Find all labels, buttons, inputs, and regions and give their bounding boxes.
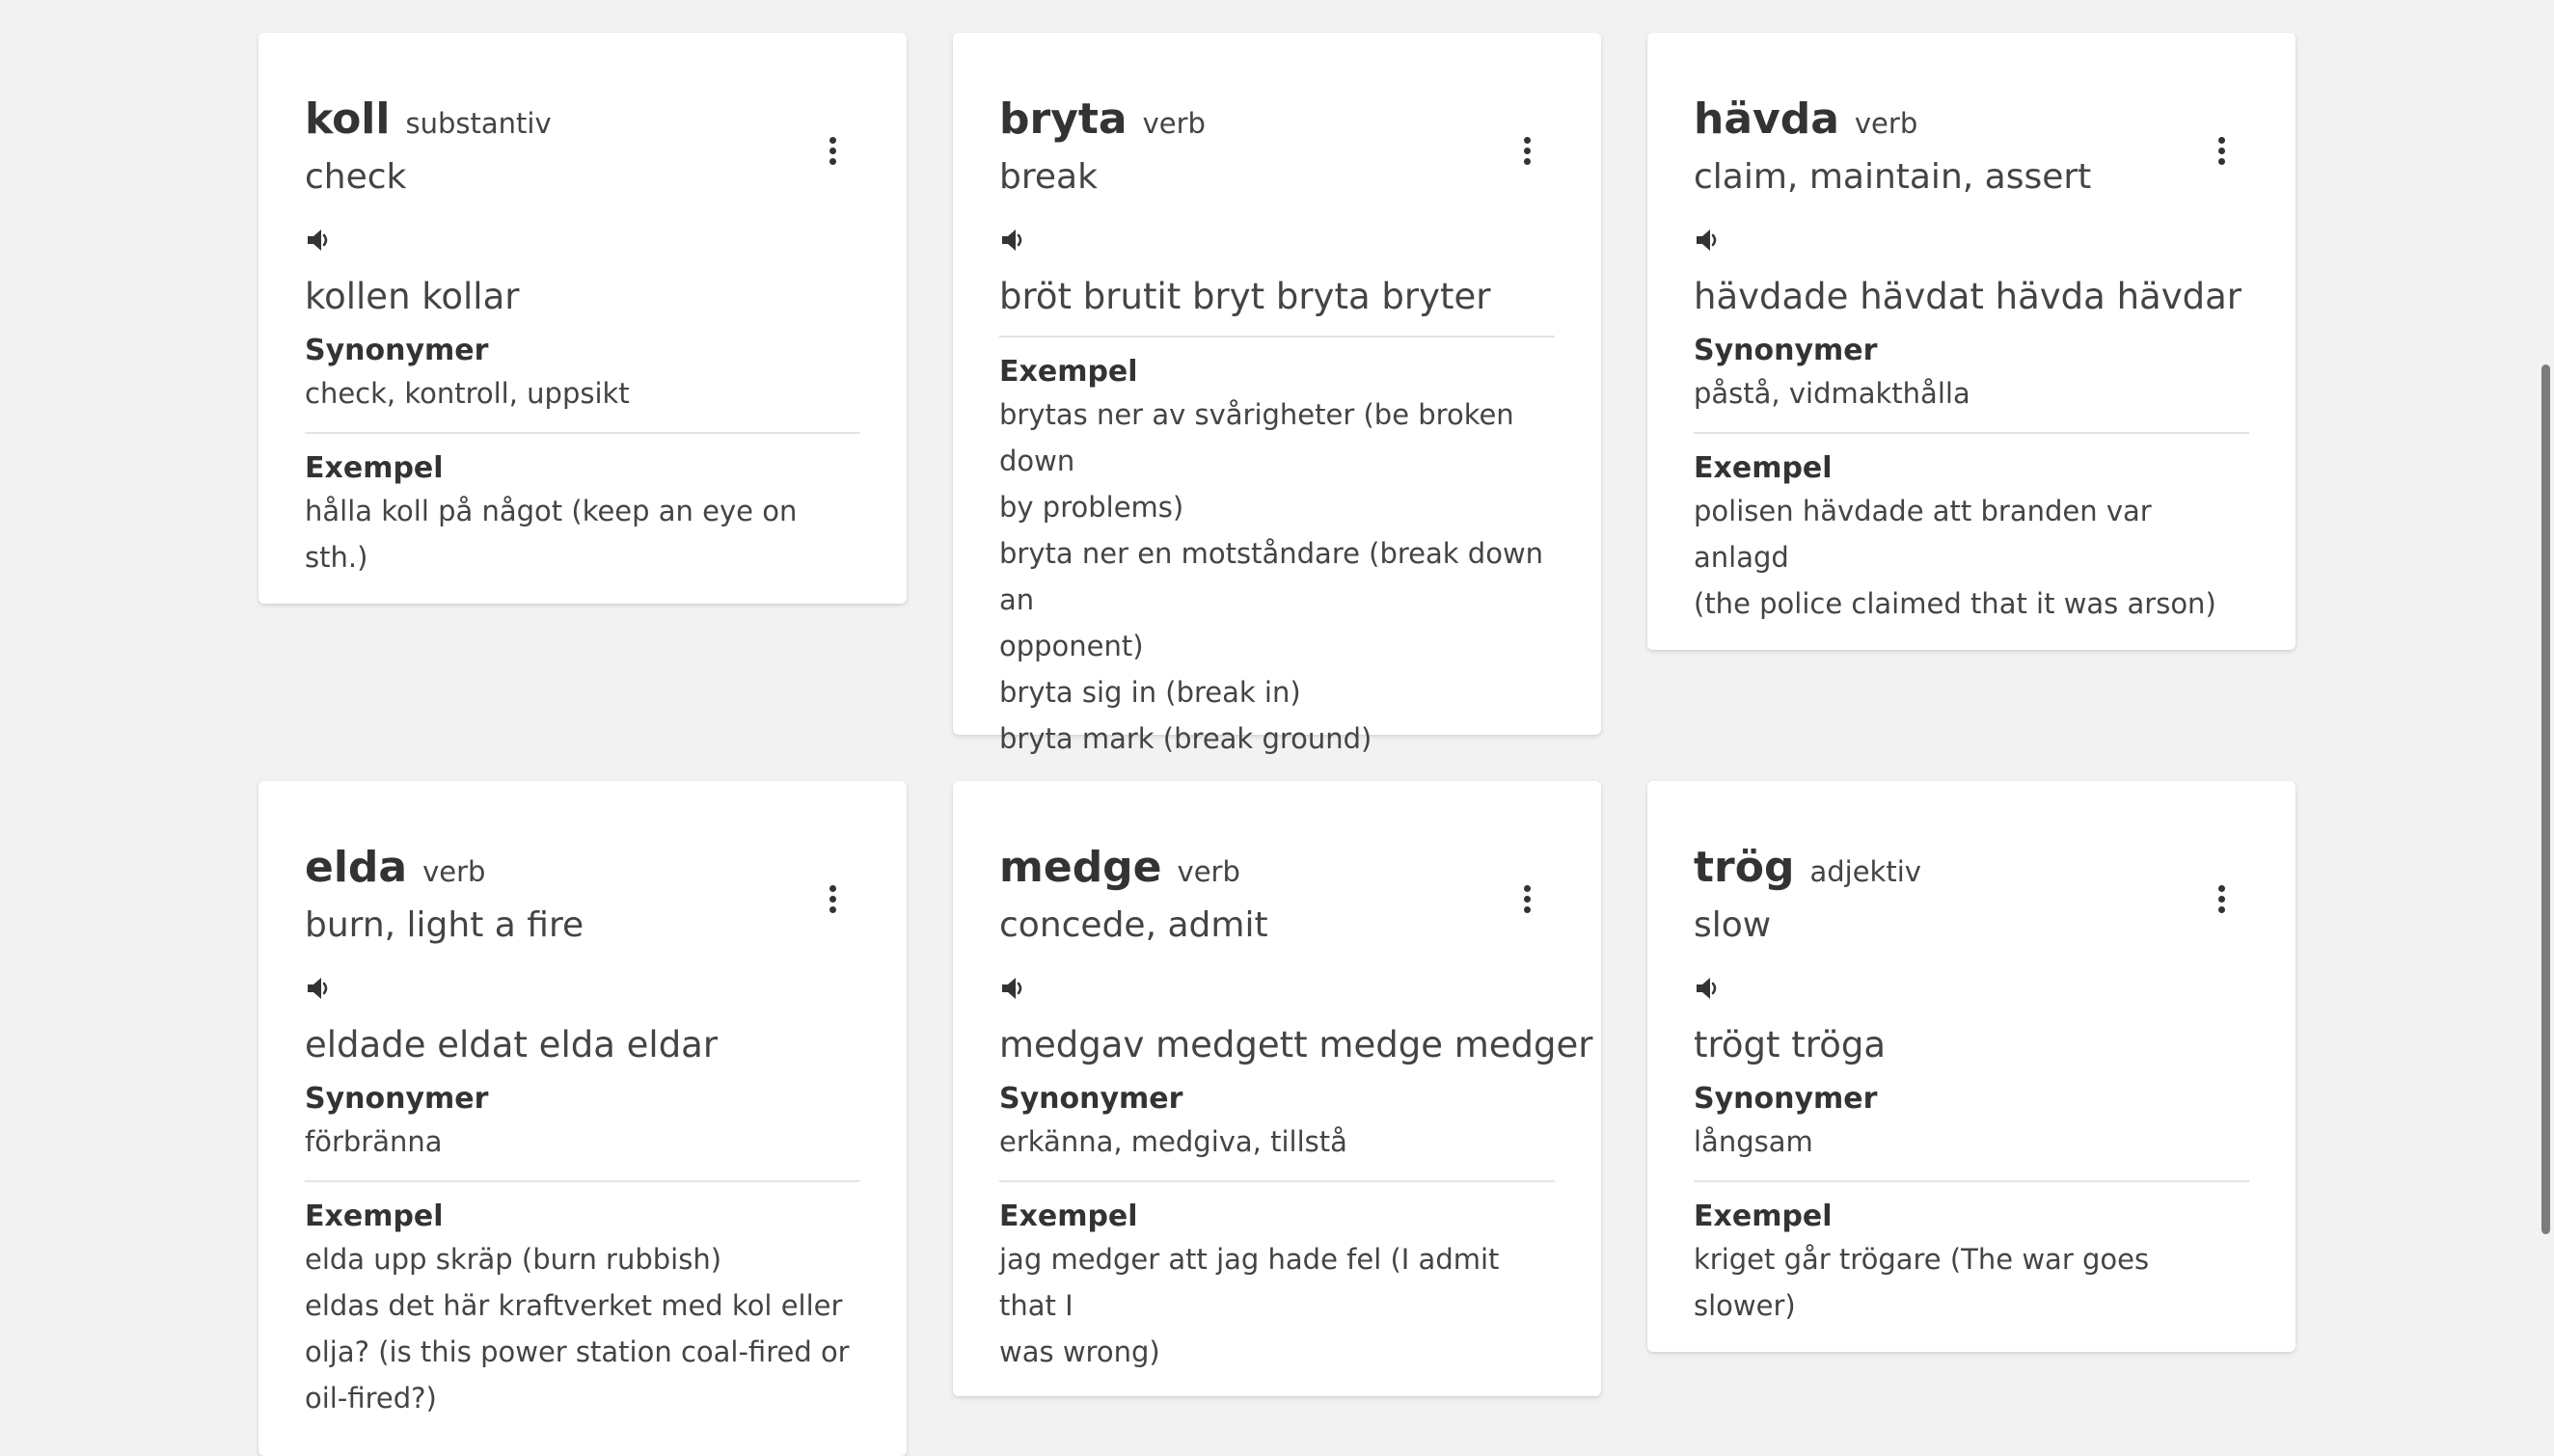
example-line: bryta ner en motståndare (break down an: [999, 537, 1544, 616]
inflected-forms: trögt tröga: [1694, 1024, 1887, 1065]
speaker-icon[interactable]: [1694, 974, 1723, 1003]
example-line: elda upp skräp (burn rubbish): [305, 1243, 722, 1276]
example-line: bryta sig in (break in): [999, 676, 1301, 709]
synonyms-section: Synonymer påstå, vidmakthålla: [1694, 332, 2249, 417]
translation: claim, maintain, assert: [1694, 157, 2092, 197]
synonym-text: påstå, vidmakthålla: [1694, 377, 1970, 410]
scrollbar[interactable]: [2537, 0, 2554, 1423]
translation: check: [305, 157, 407, 197]
example-line: brytas ner av svårigheter (be broken dow…: [999, 398, 1514, 477]
speaker-icon[interactable]: [305, 974, 334, 1003]
speaker-icon[interactable]: [999, 226, 1028, 255]
examples-section: Exempel jag medger att jag hade fel (I ad…: [999, 1180, 1555, 1375]
card-heading: bryta verb: [999, 93, 1555, 147]
synonym-text: långsam: [1694, 1125, 1813, 1158]
example-line: polisen hävdade att branden var anlagd: [1694, 495, 2152, 574]
example-line: kriget går trögare (The war goes slower): [1694, 1243, 2150, 1322]
card-heading: hävda verb: [1694, 93, 2249, 147]
inflected-forms: bröt brutit bryt bryta bryter: [999, 276, 1491, 317]
example-line: eldas det här kraftverket med kol eller: [305, 1289, 843, 1322]
card-grid: koll substantiv check kollen kollar Synonyme…: [0, 0, 2554, 1456]
example-line: by problems): [999, 491, 1184, 524]
examples-section: Exempel elda upp skräp (burn rubbish) elda…: [305, 1180, 860, 1421]
synonym-text: check, kontroll, uppsikt: [305, 377, 630, 410]
word-card: trög adjektiv slow trögt tröga Synonymer lång…: [1647, 781, 2296, 1352]
example-line: hålla koll på något (keep an eye on sth.…: [305, 495, 798, 574]
section-label: Synonymer: [305, 334, 489, 367]
example-line: oil-fired?): [305, 1382, 437, 1415]
more-vert-icon[interactable]: [2209, 885, 2234, 914]
word-card: koll substantiv check kollen kollar Synonyme…: [258, 33, 907, 604]
speaker-icon[interactable]: [305, 226, 334, 255]
word-card: hävda verb claim, maintain, assert hävdade …: [1647, 33, 2296, 650]
card-heading: koll substantiv: [305, 93, 860, 147]
inflected-forms: hävdade hävdat hävda hävdar: [1694, 276, 2242, 317]
part-of-speech: substantiv: [405, 107, 552, 140]
example-line: opponent): [999, 630, 1144, 662]
inflected-forms: medgav medgett medge medger: [999, 1024, 1593, 1065]
part-of-speech: verb: [1177, 855, 1240, 888]
section-label: Synonymer: [305, 1082, 489, 1116]
headword: koll: [305, 94, 391, 144]
word-card: elda verb burn, light a fire eldade eldat e…: [258, 781, 907, 1456]
example-line: olja? (is this power station coal-fired …: [305, 1335, 850, 1368]
section-label: Exempel: [305, 1200, 444, 1233]
speaker-icon[interactable]: [1694, 226, 1723, 255]
example-line: (the police claimed that it was arson): [1694, 587, 2216, 620]
inflected-forms: kollen kollar: [305, 276, 520, 317]
translation: concede, admit: [999, 905, 1268, 945]
more-vert-icon[interactable]: [820, 137, 845, 166]
examples-section: Exempel polisen hävdade att branden var a…: [1694, 432, 2249, 627]
headword: elda: [305, 843, 408, 892]
headword: bryta: [999, 94, 1128, 144]
card-heading: elda verb: [305, 841, 860, 895]
section-label: Synonymer: [1694, 1082, 1878, 1116]
example-line: bryta mark (break ground): [999, 722, 1372, 755]
synonyms-section: Synonymer check, kontroll, uppsikt: [305, 332, 860, 417]
translation: burn, light a fire: [305, 905, 584, 945]
section-label: Exempel: [1694, 451, 1833, 485]
examples-section: Exempel brytas ner av svårigheter (be bro…: [999, 336, 1555, 762]
part-of-speech: verb: [422, 855, 486, 888]
translation: slow: [1694, 905, 1772, 945]
section-label: Exempel: [1694, 1200, 1833, 1233]
synonyms-section: Synonymer långsam: [1694, 1080, 2249, 1165]
headword: trög: [1694, 843, 1795, 892]
section-label: Synonymer: [1694, 334, 1878, 367]
headword: hävda: [1694, 94, 1839, 144]
synonym-text: erkänna, medgiva, tillstå: [999, 1125, 1347, 1158]
synonyms-section: Synonymer förbränna: [305, 1080, 860, 1165]
section-label: Exempel: [999, 355, 1138, 389]
card-heading: medge verb: [999, 841, 1555, 895]
example-line: jag medger att jag hade fel (I admit tha…: [999, 1243, 1500, 1322]
examples-section: Exempel kriget går trögare (The war goes …: [1694, 1180, 2249, 1329]
part-of-speech: verb: [1142, 107, 1206, 140]
synonyms-section: Synonymer erkänna, medgiva, tillstå: [999, 1080, 1555, 1165]
scrollbar-thumb[interactable]: [2541, 364, 2550, 1234]
synonym-text: förbränna: [305, 1125, 443, 1158]
word-card: bryta verb break bröt brutit bryt bryta bry…: [953, 33, 1601, 755]
part-of-speech: adjektiv: [1809, 855, 1921, 888]
headword: medge: [999, 843, 1162, 892]
inflected-forms: eldade eldat elda eldar: [305, 1024, 719, 1065]
example-line: was wrong): [999, 1335, 1160, 1368]
section-label: Exempel: [999, 1200, 1138, 1233]
word-card: medge verb concede, admit medgav medgett me…: [953, 781, 1601, 1396]
examples-section: Exempel hålla koll på något (keep an eye …: [305, 432, 860, 580]
section-label: Synonymer: [999, 1082, 1183, 1116]
part-of-speech: verb: [1854, 107, 1918, 140]
more-vert-icon[interactable]: [1514, 885, 1539, 914]
section-label: Exempel: [305, 451, 444, 485]
translation: break: [999, 157, 1098, 197]
more-vert-icon[interactable]: [820, 885, 845, 914]
more-vert-icon[interactable]: [2209, 137, 2234, 166]
speaker-icon[interactable]: [999, 974, 1028, 1003]
more-vert-icon[interactable]: [1514, 137, 1539, 166]
card-heading: trög adjektiv: [1694, 841, 2249, 895]
